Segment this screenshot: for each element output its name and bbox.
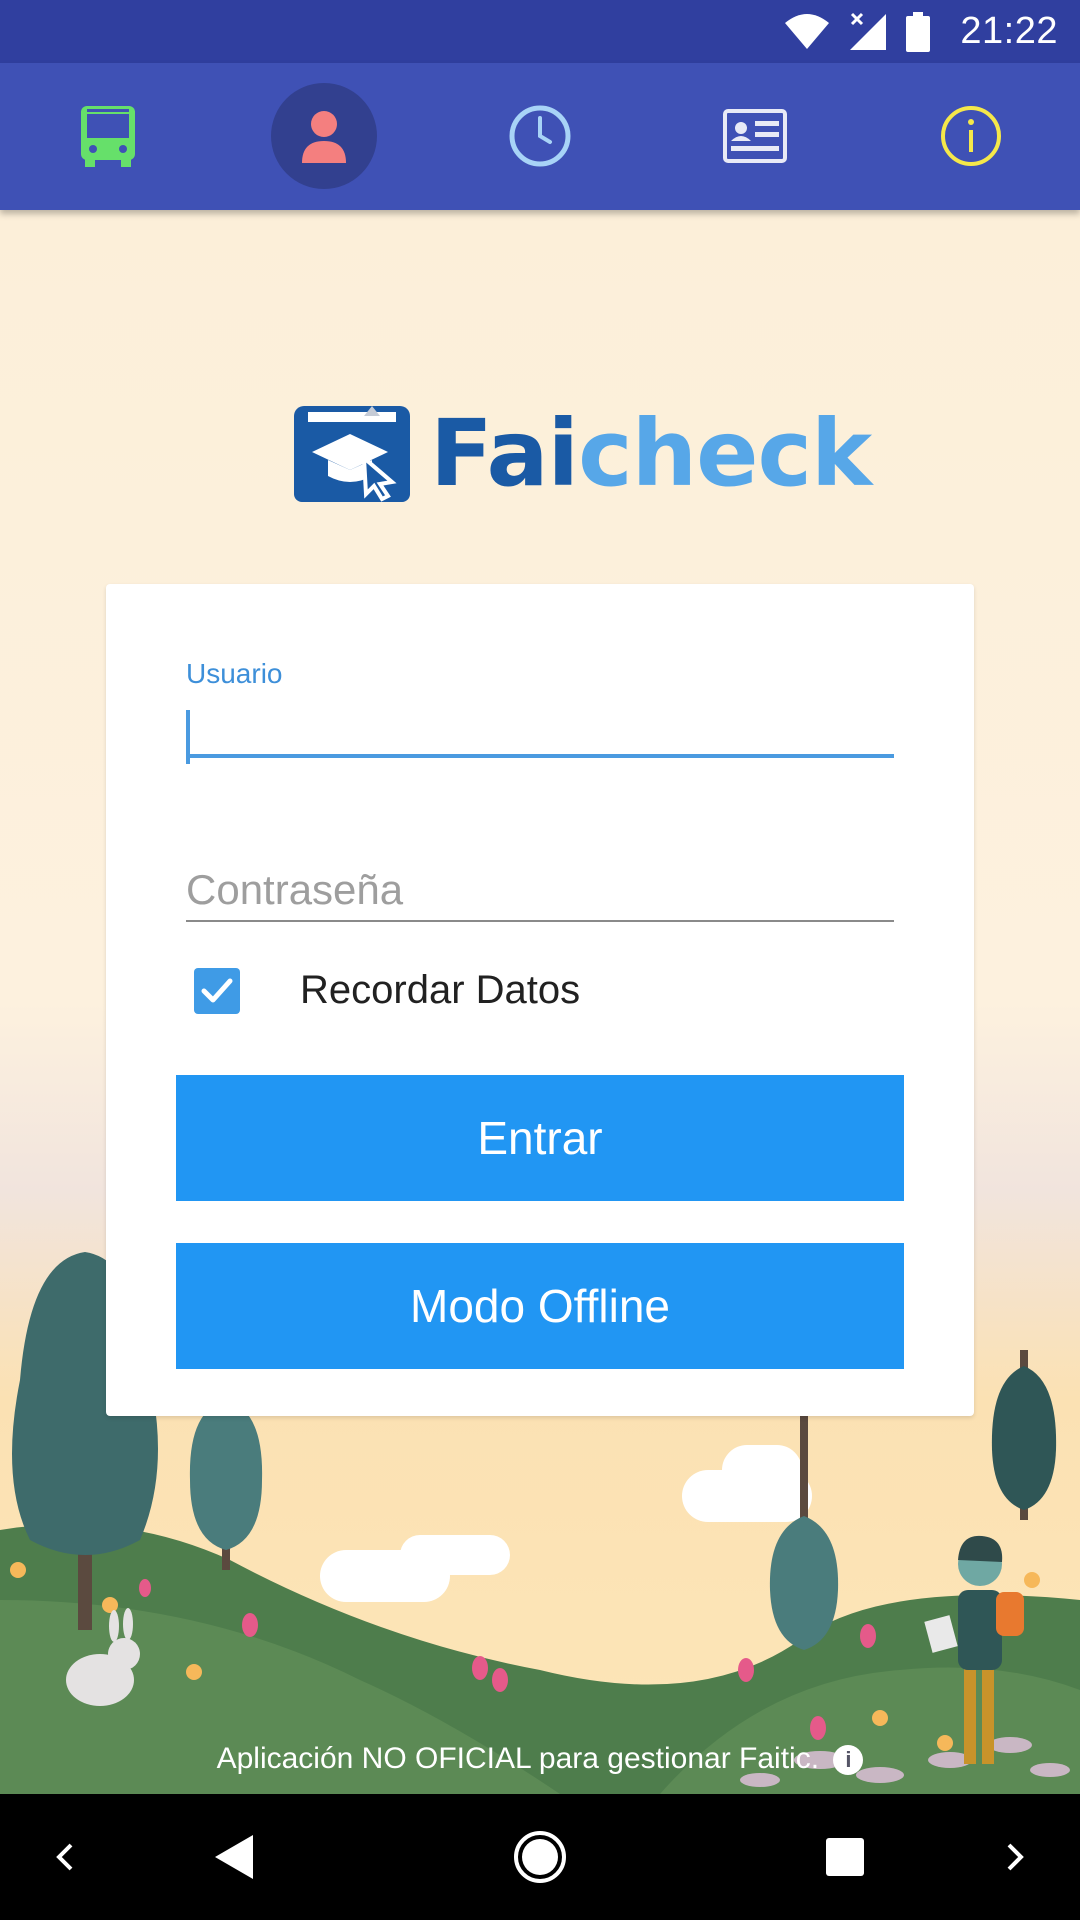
chevron-right-icon (1007, 1843, 1024, 1871)
login-card: Usuario Recordar Datos Entrar Modo Offli… (106, 584, 974, 1416)
footer-info-icon[interactable]: i (833, 1745, 864, 1776)
app-name-part1: Fai (430, 400, 579, 507)
home-icon (514, 1831, 566, 1883)
nav-tab-info[interactable] (918, 83, 1024, 189)
system-nav-bar (0, 1794, 1080, 1920)
nav-tab-card[interactable] (702, 83, 808, 189)
recents-icon (826, 1838, 864, 1876)
app-name-part2: check (578, 400, 872, 507)
status-bar: 21:22 (0, 0, 1080, 63)
back-button[interactable] (200, 1794, 270, 1920)
status-icons (784, 12, 930, 52)
battery-icon (906, 12, 930, 52)
home-button[interactable] (500, 1794, 580, 1920)
username-label: Usuario (186, 658, 283, 689)
person-icon (302, 111, 346, 163)
bus-icon (81, 106, 135, 167)
info-icon (941, 106, 1001, 166)
nav-prev-button[interactable] (40, 1794, 90, 1920)
password-input[interactable] (186, 860, 894, 922)
app-logo: Faicheck (294, 400, 872, 507)
login-button[interactable]: Entrar (176, 1075, 904, 1201)
status-time: 21:22 (960, 10, 1058, 52)
remember-checkbox[interactable] (194, 968, 240, 1014)
footer-note: Aplicación NO OFICIAL para gestionar Fai… (0, 1742, 1080, 1776)
app-name: Faicheck (430, 400, 872, 507)
nav-tab-bus[interactable] (55, 83, 161, 189)
wifi-icon (785, 14, 829, 49)
clock-icon (509, 105, 571, 167)
graduation-cap-icon (294, 405, 410, 502)
nav-tab-profile[interactable] (271, 83, 377, 189)
remember-label[interactable]: Recordar Datos (300, 968, 580, 1013)
back-icon (215, 1835, 253, 1879)
username-input[interactable] (186, 704, 894, 758)
checkmark-icon (201, 978, 233, 1003)
footer-note-text: Aplicación NO OFICIAL para gestionar Fai… (216, 1742, 820, 1775)
recents-button[interactable] (810, 1794, 880, 1920)
nav-next-button[interactable] (990, 1794, 1040, 1920)
offline-mode-button[interactable]: Modo Offline (176, 1243, 904, 1369)
top-nav-bar (0, 63, 1080, 210)
signal-icon (850, 12, 886, 50)
id-card-icon (723, 109, 787, 163)
nav-tab-schedule[interactable] (487, 83, 593, 189)
text-cursor (186, 710, 190, 764)
chevron-left-icon (56, 1843, 73, 1871)
